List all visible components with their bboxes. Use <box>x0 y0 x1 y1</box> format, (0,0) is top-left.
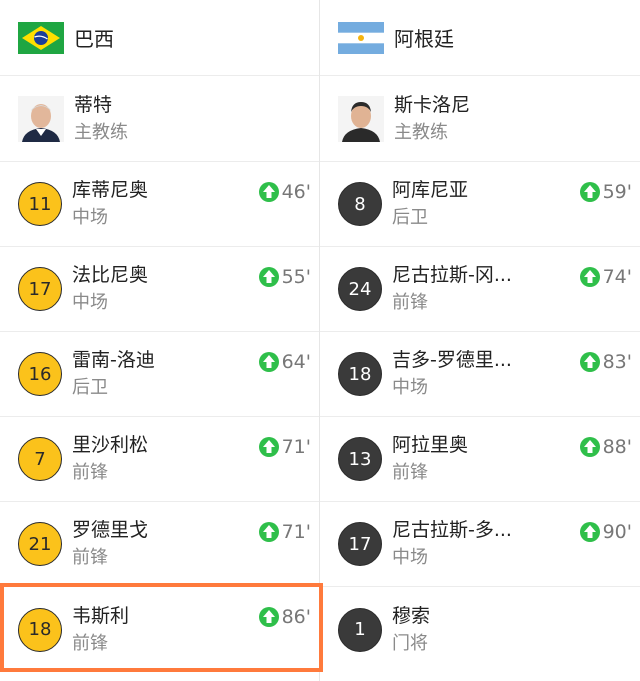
jersey-number-badge: 18 <box>18 607 62 652</box>
coach-role: 主教练 <box>394 121 448 143</box>
player-row[interactable]: 7 里沙利松 前锋 71' <box>0 417 319 502</box>
substitution-tag: 55' <box>258 266 311 288</box>
coach-row[interactable]: 蒂特 主教练 <box>0 76 319 162</box>
player-position: 前锋 <box>72 462 108 483</box>
sub-minute: 55' <box>281 266 311 288</box>
coach-avatar <box>18 95 64 142</box>
player-row[interactable]: 11 库蒂尼奥 中场 46' <box>0 162 319 247</box>
player-name: 法比尼奥 <box>72 264 149 286</box>
jersey-number-badge: 8 <box>338 182 382 226</box>
player-name: 库蒂尼奥 <box>72 179 149 201</box>
coach-role: 主教练 <box>74 121 128 143</box>
player-position: 前锋 <box>72 632 108 654</box>
sub-minute: 83' <box>602 351 632 373</box>
sub-minute: 71' <box>281 436 311 458</box>
player-position: 中场 <box>392 547 428 568</box>
sub-minute: 86' <box>281 606 311 628</box>
sub-minute: 46' <box>281 181 311 203</box>
player-row[interactable]: 17 法比尼奥 中场 55' <box>0 247 319 332</box>
player-row[interactable]: 16 雷南-洛迪 后卫 64' <box>0 332 319 417</box>
coach-name: 蒂特 <box>74 93 113 116</box>
player-position: 前锋 <box>392 462 428 483</box>
sub-in-arrow-icon <box>258 437 279 457</box>
jersey-number-badge: 17 <box>18 267 62 311</box>
substitution-tag: 46' <box>258 181 311 203</box>
substitution-tag: 71' <box>258 436 311 458</box>
player-position: 门将 <box>392 632 428 654</box>
argentina-flag-icon <box>338 21 384 54</box>
sub-minute: 90' <box>602 521 632 543</box>
lineup-board: 巴西 蒂特 主教练 11 库蒂尼奥 中场 46' 17 法比尼奥 中场 55' … <box>0 0 640 681</box>
substitution-tag: 88' <box>579 436 632 458</box>
substitution-tag: 59' <box>579 181 632 203</box>
sub-in-arrow-icon <box>579 522 600 542</box>
brazil-flag-icon <box>18 21 64 54</box>
jersey-number-badge: 16 <box>18 352 62 396</box>
team-header-argentina[interactable]: 阿根廷 <box>320 0 640 76</box>
player-name: 韦斯利 <box>72 604 130 627</box>
jersey-number-badge: 18 <box>338 352 382 396</box>
sub-in-arrow-icon <box>258 267 279 287</box>
player-position: 中场 <box>72 207 108 228</box>
sub-in-arrow-icon <box>258 182 279 202</box>
sub-minute: 59' <box>602 181 632 203</box>
sub-minute: 88' <box>602 436 632 458</box>
substitution-tag: 71' <box>258 521 311 543</box>
sub-minute: 74' <box>602 266 632 288</box>
player-name: 雷南-洛迪 <box>72 349 155 371</box>
player-name: 尼古拉斯-冈... <box>392 264 512 286</box>
player-row[interactable]: 17 尼古拉斯-多... 中场 90' <box>320 502 640 587</box>
substitution-tag: 90' <box>579 521 632 543</box>
sub-minute: 71' <box>281 521 311 543</box>
brazil-column: 巴西 蒂特 主教练 11 库蒂尼奥 中场 46' 17 法比尼奥 中场 55' … <box>0 0 320 681</box>
player-name: 穆索 <box>392 604 431 627</box>
player-position: 前锋 <box>72 547 108 568</box>
player-row[interactable]: 24 尼古拉斯-冈... 前锋 74' <box>320 247 640 332</box>
sub-minute: 64' <box>281 351 311 373</box>
player-position: 后卫 <box>392 207 428 228</box>
player-name: 罗德里戈 <box>72 519 149 541</box>
coach-name: 斯卡洛尼 <box>394 93 471 116</box>
argentina-column: 阿根廷 斯卡洛尼 主教练 8 阿库尼亚 后卫 59' 24 尼古拉斯-冈... … <box>320 0 640 681</box>
player-row[interactable]: 13 阿拉里奥 前锋 88' <box>320 417 640 502</box>
sub-in-arrow-icon <box>258 607 279 627</box>
sub-in-arrow-icon <box>579 267 600 287</box>
substitution-tag: 64' <box>258 351 311 373</box>
player-row[interactable]: 21 罗德里戈 前锋 71' <box>0 502 319 587</box>
jersey-number-badge: 1 <box>338 607 382 652</box>
team-header-brazil[interactable]: 巴西 <box>0 0 319 76</box>
sub-in-arrow-icon <box>579 182 600 202</box>
jersey-number-badge: 11 <box>18 182 62 226</box>
player-name: 吉多-罗德里... <box>392 349 512 371</box>
jersey-number-badge: 17 <box>338 522 382 566</box>
jersey-number-badge: 24 <box>338 267 382 311</box>
jersey-number-badge: 13 <box>338 437 382 481</box>
player-position: 中场 <box>392 377 428 398</box>
sub-in-arrow-icon <box>579 352 600 372</box>
player-row[interactable]: 18 韦斯利 前锋 86' <box>0 587 319 672</box>
player-row[interactable]: 18 吉多-罗德里... 中场 83' <box>320 332 640 417</box>
player-name: 阿拉里奥 <box>392 434 469 456</box>
player-name: 阿库尼亚 <box>392 179 469 201</box>
player-position: 后卫 <box>72 377 108 398</box>
jersey-number-badge: 21 <box>18 522 62 566</box>
jersey-number-badge: 7 <box>18 437 62 481</box>
player-position: 前锋 <box>392 292 428 313</box>
substitution-tag: 83' <box>579 351 632 373</box>
player-name: 尼古拉斯-多... <box>392 519 512 541</box>
player-position: 中场 <box>72 292 108 313</box>
team-name: 巴西 <box>74 27 114 51</box>
sub-in-arrow-icon <box>258 522 279 542</box>
sub-in-arrow-icon <box>258 352 279 372</box>
player-row[interactable]: 8 阿库尼亚 后卫 59' <box>320 162 640 247</box>
sub-in-arrow-icon <box>579 437 600 457</box>
team-name: 阿根廷 <box>394 27 454 51</box>
substitution-tag: 86' <box>258 606 311 628</box>
coach-row[interactable]: 斯卡洛尼 主教练 <box>320 76 640 162</box>
player-name: 里沙利松 <box>72 434 149 456</box>
coach-avatar <box>338 95 384 142</box>
player-row[interactable]: 1 穆索 门将 <box>320 587 640 672</box>
substitution-tag: 74' <box>579 266 632 288</box>
